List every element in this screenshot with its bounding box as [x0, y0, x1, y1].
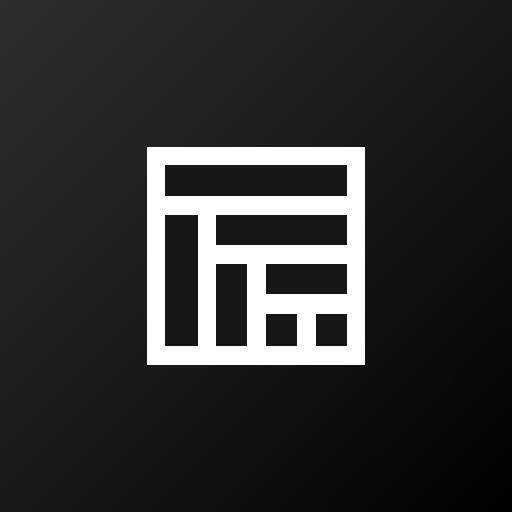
bottom-left-cell [266, 314, 297, 346]
middle-row-panel [266, 264, 347, 294]
header-panel [165, 165, 347, 196]
bottom-right-cell [316, 314, 347, 346]
sidebar-panel [165, 215, 198, 346]
layout-grid-icon [147, 147, 365, 365]
app-icon-tile [0, 0, 512, 512]
top-content-panel [216, 215, 347, 245]
left-column-panel [216, 264, 247, 346]
